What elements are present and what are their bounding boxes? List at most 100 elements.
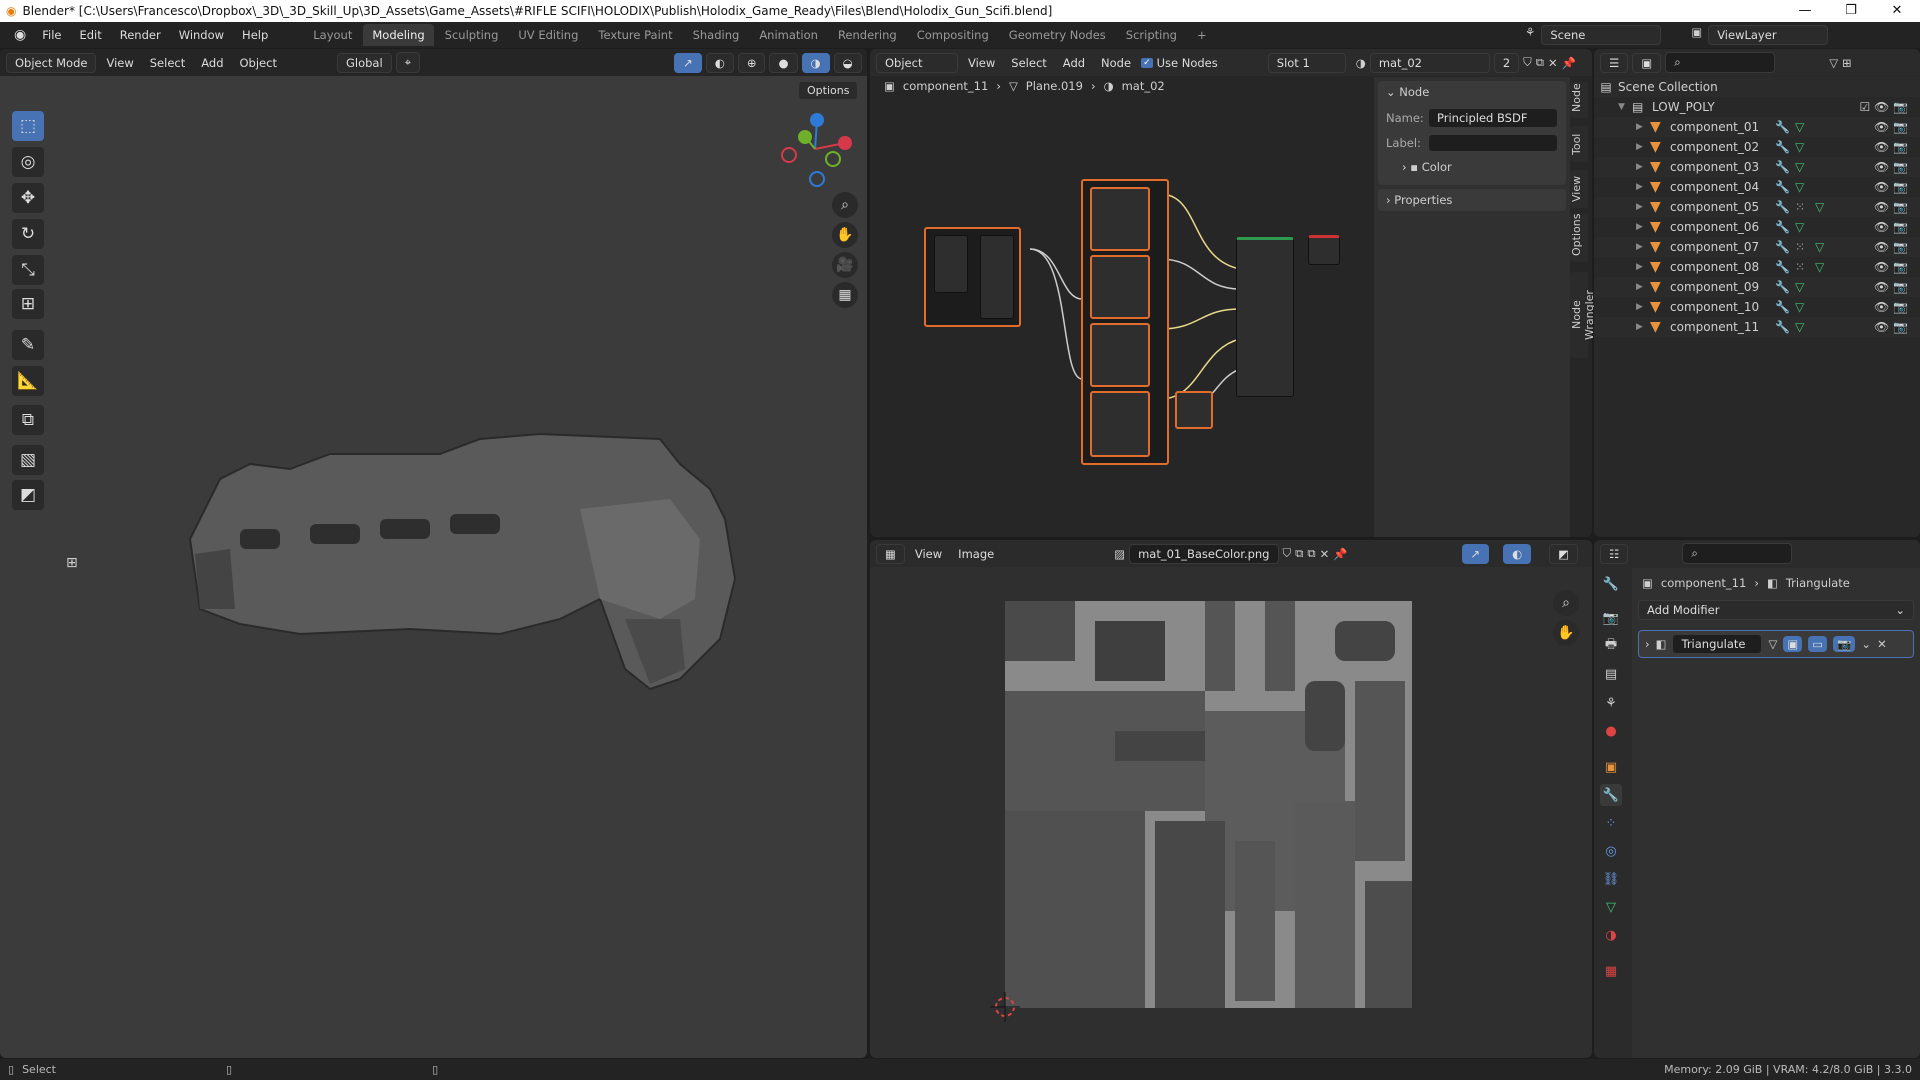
object-mode-dropdown[interactable]: Object Mode xyxy=(6,52,97,73)
image-editor[interactable]: ▦ View Image ▨ mat_01_BaseColor.png ⛉ ⧉ … xyxy=(870,540,1592,1058)
viewport-menu-select[interactable]: Select xyxy=(144,54,191,72)
modifier-icon[interactable]: 🔧 xyxy=(1775,120,1795,134)
expand-icon[interactable]: ▶ xyxy=(1636,122,1650,132)
pin-icon[interactable]: 📌 xyxy=(1562,56,1576,70)
tab-node-wrangler[interactable]: Node Wrangler xyxy=(1570,272,1596,358)
menu-render[interactable]: Render xyxy=(112,25,169,45)
particles-props-icon[interactable]: ⁘ xyxy=(1600,812,1622,834)
outliner-item[interactable]: ▶ ▼ component_11 🔧 ▽ 👁 📷 xyxy=(1594,317,1920,337)
3d-viewport[interactable]: Object Mode View Select Add Object Globa… xyxy=(0,49,867,1058)
expand-icon[interactable]: ▶ xyxy=(1636,142,1650,152)
edit-mode-toggle-icon[interactable]: ▽ xyxy=(1768,637,1777,651)
menu-window[interactable]: Window xyxy=(171,25,232,45)
expand-icon[interactable]: ▶ xyxy=(1636,182,1650,192)
data-props-icon[interactable]: ▽ xyxy=(1600,896,1622,918)
render-toggle-icon[interactable]: 📷 xyxy=(1833,636,1856,652)
view-layer-props-icon[interactable]: ▤ xyxy=(1600,663,1622,685)
menu-file[interactable]: File xyxy=(34,25,69,45)
mesh-data-icon[interactable]: ▽ xyxy=(1815,260,1824,274)
modifier-icon[interactable]: 🔧 xyxy=(1775,180,1795,194)
move-tool-icon[interactable]: ✥ xyxy=(12,183,44,213)
visibility-toggles[interactable]: 👁 📷 xyxy=(1874,300,1908,314)
remove-modifier-icon[interactable]: ✕ xyxy=(1877,637,1887,651)
display-channels-icon[interactable]: ◩ xyxy=(1549,543,1579,564)
blender-menu-icon[interactable]: ◉ xyxy=(8,27,32,43)
object-props-icon[interactable]: ▣ xyxy=(1600,756,1622,778)
viewport-toggle-icon[interactable]: ▭ xyxy=(1808,636,1828,652)
shader-node-editor[interactable]: Object View Select Add Node ✓ Use Nodes … xyxy=(870,49,1592,537)
properties-search-input[interactable]: ⌕ xyxy=(1682,543,1793,564)
tab-sculpting[interactable]: Sculpting xyxy=(436,24,508,46)
constraints-props-icon[interactable]: ⛓ xyxy=(1600,868,1622,890)
mesh-data-icon[interactable]: ▽ xyxy=(1795,280,1804,294)
visibility-toggles[interactable]: 👁 📷 xyxy=(1874,160,1908,174)
view-layer-filter-icon[interactable]: ▣ xyxy=(1632,52,1662,73)
mesh-data-icon[interactable]: ▽ xyxy=(1795,300,1804,314)
measure-tool-icon[interactable]: 📐 xyxy=(12,366,44,396)
pan-view-icon[interactable]: ✋ xyxy=(832,222,858,248)
snap-icon[interactable]: ⌖ xyxy=(395,52,421,73)
options-dropdown[interactable]: Options xyxy=(798,81,859,100)
texcoord-node[interactable] xyxy=(934,235,968,293)
expand-icon[interactable]: ▶ xyxy=(1636,262,1650,272)
normal-map-node[interactable] xyxy=(1175,391,1213,429)
new-collection-icon[interactable]: ⊞ xyxy=(1842,56,1852,70)
tab-modeling[interactable]: Modeling xyxy=(363,24,434,46)
world-props-icon[interactable]: ● xyxy=(1600,720,1622,742)
minimize-button[interactable]: — xyxy=(1782,0,1828,22)
vertex-groups-icon[interactable]: ⁙ xyxy=(1795,260,1815,274)
scene-collection-row[interactable]: ▤ Scene Collection xyxy=(1594,77,1920,97)
modifier-name-field[interactable]: Triangulate xyxy=(1672,634,1763,654)
tab-rendering[interactable]: Rendering xyxy=(829,24,906,46)
tab-animation[interactable]: Animation xyxy=(750,24,827,46)
maximize-button[interactable]: ❐ xyxy=(1828,0,1874,22)
navigation-gizmo[interactable] xyxy=(775,109,855,189)
outliner-item[interactable]: ▶ ▼ component_08 🔧 ⁙ ▽ 👁 📷 xyxy=(1594,257,1920,277)
material-name-field[interactable]: mat_02 xyxy=(1369,52,1490,73)
mesh-data-icon[interactable]: ▽ xyxy=(1795,180,1804,194)
rotate-tool-icon[interactable]: ↻ xyxy=(12,219,44,249)
outliner-item[interactable]: ▶ ▼ component_06 🔧 ▽ 👁 📷 xyxy=(1594,217,1920,237)
modifier-menu-icon[interactable]: ⌄ xyxy=(1861,637,1871,651)
menu-edit[interactable]: Edit xyxy=(71,25,109,45)
perspective-toggle-icon[interactable]: ▦ xyxy=(832,282,858,308)
modifier-icon[interactable]: 🔧 xyxy=(1775,240,1795,254)
color-subpanel[interactable]: › ▪ Color xyxy=(1386,160,1558,174)
editor-type-icon[interactable]: ☷ xyxy=(1600,543,1629,564)
mesh-data-icon[interactable]: ▽ xyxy=(1795,160,1804,174)
vertex-groups-icon[interactable]: ⁙ xyxy=(1795,200,1815,214)
outliner-item[interactable]: ▶ ▼ component_05 🔧 ⁙ ▽ 👁 📷 xyxy=(1594,197,1920,217)
toolbar-toggle-icon[interactable]: ⊞ xyxy=(66,555,78,571)
pin-icon[interactable]: 📌 xyxy=(1333,547,1347,561)
outliner-item[interactable]: ▶ ▼ component_03 🔧 ▽ 👁 📷 xyxy=(1594,157,1920,177)
image-menu-image[interactable]: Image xyxy=(952,545,1000,563)
pan-view-icon[interactable]: ✋ xyxy=(1553,620,1579,646)
outliner-item[interactable]: ▶ ▼ component_04 🔧 ▽ 👁 📷 xyxy=(1594,177,1920,197)
overlay-icon[interactable]: ◐ xyxy=(705,52,734,73)
texture-props-icon[interactable]: ▦ xyxy=(1600,960,1622,982)
shading-rendered-icon[interactable]: ◒ xyxy=(833,52,862,73)
modifier-icon[interactable]: 🔧 xyxy=(1775,320,1795,334)
overlay-toggle-icon[interactable]: ◐ xyxy=(1503,543,1532,564)
image-browse-icon[interactable]: ▨ xyxy=(1114,547,1125,561)
modifier-icon[interactable]: 🔧 xyxy=(1775,280,1795,294)
node-name-field[interactable]: Principled BSDF xyxy=(1428,108,1558,128)
mesh-data-icon[interactable]: ▽ xyxy=(1815,240,1824,254)
properties-subpanel[interactable]: › Properties xyxy=(1378,189,1566,211)
visibility-toggles[interactable]: 👁 📷 xyxy=(1874,200,1908,214)
viewport-menu-add[interactable]: Add xyxy=(195,54,229,72)
expand-icon[interactable]: ▶ xyxy=(1636,242,1650,252)
material-props-icon[interactable]: ◑ xyxy=(1600,924,1622,946)
node-panel-header[interactable]: ⌄ Node xyxy=(1386,85,1558,99)
physics-props-icon[interactable]: ◎ xyxy=(1600,840,1622,862)
mesh-data-icon[interactable]: ▽ xyxy=(1795,120,1804,134)
view-layer-selector[interactable]: ViewLayer xyxy=(1708,25,1829,45)
tool-props-icon[interactable]: 🔧 xyxy=(1600,573,1622,595)
unlink-image-icon[interactable]: ✕ xyxy=(1320,547,1330,561)
viewport-menu-view[interactable]: View xyxy=(100,54,139,72)
tab-uv-editing[interactable]: UV Editing xyxy=(509,24,587,46)
image-tool-icon[interactable]: ▧ xyxy=(12,445,44,475)
add-cube-tool-icon[interactable]: ⧉ xyxy=(12,405,44,435)
new-image-icon[interactable]: ⧉ xyxy=(1295,546,1303,561)
modifier-icon[interactable]: 🔧 xyxy=(1775,140,1795,154)
